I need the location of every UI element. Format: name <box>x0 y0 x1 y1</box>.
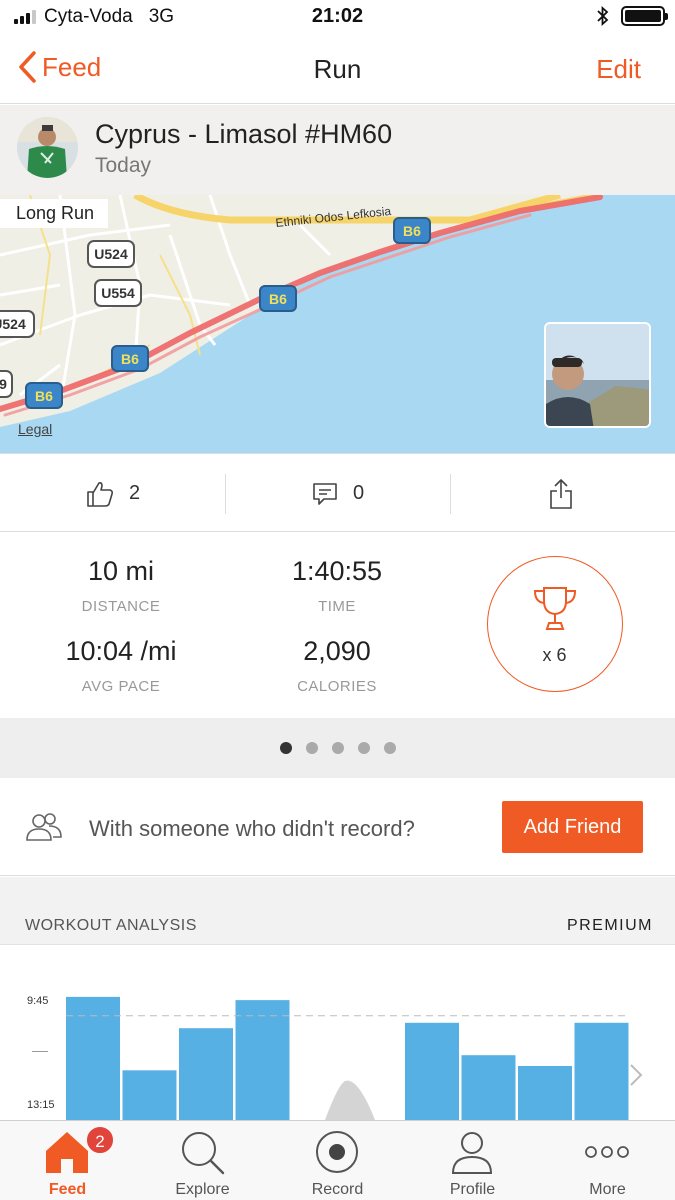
kudos-count: 2 <box>129 482 141 504</box>
comment-icon <box>313 482 337 505</box>
notification-badge: 2 <box>85 1125 115 1155</box>
add-friend-button[interactable]: Add Friend <box>502 801 643 853</box>
trophy-icon <box>533 587 577 630</box>
add-friend-row: With someone who didn't record? Add Frie… <box>0 778 675 876</box>
thumbs-up-icon <box>87 481 114 507</box>
shield-label: B6 <box>121 351 139 367</box>
pace-bar[interactable] <box>461 1055 516 1120</box>
distance-value: 10 mi <box>87 556 155 586</box>
pace-bar-chart <box>66 996 629 1120</box>
pace-bar[interactable] <box>235 1000 290 1120</box>
activity-date: Today <box>95 154 152 177</box>
activity-photo-thumbnail[interactable] <box>544 322 651 428</box>
page-indicator[interactable] <box>0 718 675 778</box>
page-dot[interactable] <box>357 742 370 754</box>
activity-header: Cyprus - Limasol #HM60 Today <box>0 105 675 195</box>
kudos-button[interactable]: 2 <box>85 454 140 533</box>
time-label: TIME <box>318 598 356 615</box>
tab-label: Feed <box>48 1181 87 1198</box>
page-dot[interactable] <box>331 742 344 754</box>
tab-record[interactable]: Record <box>270 1121 405 1200</box>
stat-time: 1:40:55 TIME <box>237 556 437 615</box>
shield-label: B6 <box>35 388 53 404</box>
time-value: 1:40:55 <box>291 556 383 586</box>
status-bar: Cyta-Voda 3G 21:02 <box>0 0 675 34</box>
status-time: 21:02 <box>311 5 364 27</box>
calories-value: 2,090 <box>303 636 371 666</box>
elevation-bump <box>325 1080 375 1120</box>
trophy-count: x 6 <box>542 645 567 665</box>
share-icon <box>550 478 572 509</box>
stat-pace: 10:04 /mi AVG PACE <box>21 636 221 695</box>
activity-title: Cyprus - Limasol #HM60 <box>95 119 393 149</box>
shield-label: U554 <box>101 285 135 301</box>
workout-analysis-title: WORKOUT ANALYSIS <box>25 917 197 934</box>
tab-more[interactable]: More <box>540 1121 675 1200</box>
shield-label: U524 <box>94 246 128 262</box>
activity-stats: 10 mi DISTANCE 1:40:55 TIME 10:04 /mi AV… <box>0 533 675 718</box>
comment-button[interactable]: 0 <box>311 454 364 533</box>
pace-bar[interactable] <box>518 1066 572 1120</box>
distance-label: DISTANCE <box>81 598 161 615</box>
home-icon <box>46 1132 88 1173</box>
status-right <box>597 6 668 26</box>
comment-count: 0 <box>353 482 365 504</box>
people-icon <box>26 813 62 841</box>
battery-icon <box>621 6 668 26</box>
achievements-button[interactable]: x 6 <box>487 556 623 692</box>
stat-calories: 2,090 CALORIES <box>237 636 437 695</box>
page-dot[interactable] <box>305 742 318 754</box>
route-map[interactable]: Ethniki Odos Lefkosia U524 U554 U524 9 B… <box>0 195 675 453</box>
nav-bar: Feed Run Edit <box>0 34 675 104</box>
tab-explore[interactable]: Explore <box>135 1121 270 1200</box>
share-button[interactable] <box>548 454 574 533</box>
tab-label: Explore <box>175 1181 230 1198</box>
calories-label: CALORIES <box>297 678 377 695</box>
pace-bar[interactable] <box>122 1070 177 1120</box>
workout-analysis-header: WORKOUT ANALYSIS PREMIUM <box>0 877 675 945</box>
shield-label: U524 <box>0 316 26 332</box>
workout-analysis-chart[interactable]: 9:45 13:15 <box>0 945 675 1120</box>
stat-distance: 10 mi DISTANCE <box>21 556 221 615</box>
pace-bar[interactable] <box>405 1022 459 1120</box>
divider <box>450 474 451 514</box>
add-friend-prompt: With someone who didn't record? <box>89 816 415 841</box>
pace-label: AVG PACE <box>81 678 161 695</box>
bluetooth-icon <box>597 6 609 26</box>
page-dot[interactable] <box>383 742 396 754</box>
shield-label: 9 <box>0 376 7 392</box>
divider <box>225 474 226 514</box>
athlete-avatar[interactable] <box>17 117 78 178</box>
edit-button[interactable]: Edit <box>596 54 641 85</box>
search-icon <box>182 1132 225 1175</box>
legal-link[interactable]: Legal <box>18 421 52 437</box>
pace-value: 10:04 /mi <box>65 636 177 666</box>
activity-type-tag: Long Run <box>0 199 109 228</box>
record-icon <box>316 1131 358 1173</box>
tab-label: Profile <box>449 1181 496 1198</box>
chevron-right-icon[interactable] <box>628 1063 644 1087</box>
tab-label: Record <box>311 1181 364 1198</box>
shield-label: B6 <box>269 291 287 307</box>
profile-icon <box>451 1132 493 1174</box>
tab-feed[interactable]: 2 Feed <box>0 1121 135 1200</box>
premium-badge[interactable]: PREMIUM <box>567 917 653 935</box>
shield-label: B6 <box>403 223 421 239</box>
pace-bar[interactable] <box>574 1022 629 1120</box>
more-icon <box>585 1146 629 1158</box>
tab-label: More <box>589 1181 626 1198</box>
tab-profile[interactable]: Profile <box>405 1121 540 1200</box>
social-actions: 2 0 <box>0 453 675 532</box>
tab-bar: 2 Feed Explore Record Profile More <box>0 1120 675 1200</box>
page-dot[interactable] <box>279 742 292 754</box>
page-title: Run <box>313 54 362 84</box>
pace-bar[interactable] <box>179 1028 233 1120</box>
